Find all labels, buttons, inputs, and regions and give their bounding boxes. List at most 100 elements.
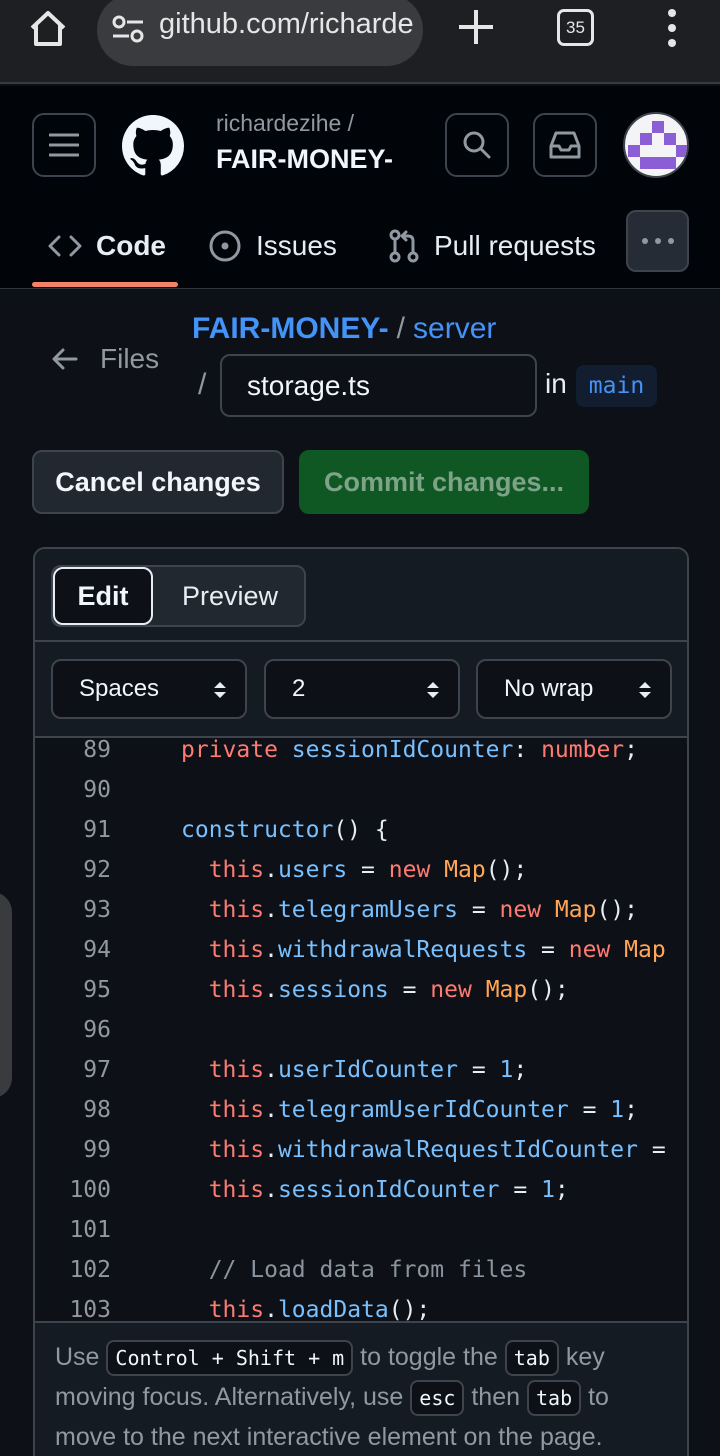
- code-token: =: [637, 1137, 666, 1163]
- code-line[interactable]: 103 this.loadData();: [35, 1290, 687, 1323]
- help-to-toggle: to toggle the: [360, 1343, 498, 1371]
- line-content[interactable]: this.sessions = new Map();: [181, 970, 569, 1010]
- tab-code[interactable]: Code: [48, 206, 166, 286]
- line-content[interactable]: this.withdrawalRequests = new Map: [181, 930, 666, 970]
- breadcrumb-dir-link[interactable]: server: [413, 312, 496, 345]
- line-number: 90: [83, 777, 111, 803]
- line-content[interactable]: this.userIdCounter = 1;: [181, 1050, 528, 1090]
- code-line[interactable]: 99 this.withdrawalRequestIdCounter =: [35, 1130, 687, 1170]
- code-line[interactable]: 98 this.telegramUserIdCounter = 1;: [35, 1090, 687, 1130]
- repo-name-link[interactable]: FAIR-MONEY-: [216, 144, 393, 175]
- code-line[interactable]: 101: [35, 1210, 687, 1250]
- code-line[interactable]: 91 constructor() {: [35, 810, 687, 850]
- menu-button[interactable]: [32, 113, 96, 177]
- address-bar[interactable]: github.com/richarde: [97, 0, 423, 66]
- edit-preview-toggle: Edit Preview: [51, 565, 306, 627]
- tab-issues[interactable]: Issues: [208, 206, 337, 286]
- code-token: .: [264, 1057, 278, 1083]
- code-token: this: [208, 1097, 265, 1123]
- more-vert-icon[interactable]: [660, 8, 684, 48]
- code-token: ;: [554, 1177, 569, 1203]
- cancel-changes-button[interactable]: Cancel changes: [32, 450, 284, 514]
- code-token: Map: [624, 937, 666, 963]
- code-token: users: [277, 857, 348, 883]
- breadcrumb-repo-link[interactable]: FAIR-MONEY-: [192, 312, 389, 345]
- line-number: 102: [69, 1257, 111, 1283]
- inbox-button[interactable]: [533, 113, 597, 177]
- commit-changes-button[interactable]: Commit changes...: [299, 450, 589, 514]
- code-editor[interactable]: 89 private sessionIdCounter: number; 90 91 c…: [35, 738, 687, 1323]
- code-token: Map: [444, 857, 486, 883]
- help-use: Use: [55, 1343, 100, 1371]
- code-token: .: [264, 1137, 278, 1163]
- tab-preview[interactable]: Preview: [155, 567, 305, 625]
- line-content[interactable]: // Load data from files: [181, 1250, 528, 1290]
- code-token: :: [513, 738, 542, 763]
- code-token: ();: [485, 857, 528, 883]
- code-line[interactable]: 100 this.sessionIdCounter = 1;: [35, 1170, 687, 1210]
- search-icon: [463, 131, 491, 159]
- git-pull-request-icon: [389, 229, 419, 263]
- tab-edit[interactable]: Edit: [53, 567, 153, 625]
- active-tab-indicator: [32, 282, 178, 287]
- tab-kbd: tab: [504, 1340, 559, 1376]
- line-content[interactable]: this.telegramUsers = new Map();: [181, 890, 638, 930]
- code-line[interactable]: 97 this.userIdCounter = 1;: [35, 1050, 687, 1090]
- code-token: new: [499, 897, 542, 923]
- code-line[interactable]: 89 private sessionIdCounter: number;: [35, 738, 687, 770]
- search-button[interactable]: [445, 113, 509, 177]
- github-logo-icon[interactable]: [122, 115, 184, 177]
- code-token: this: [208, 1137, 265, 1163]
- code-line[interactable]: 94 this.withdrawalRequests = new Map: [35, 930, 687, 970]
- tab-pull-requests[interactable]: Pull requests: [388, 206, 596, 286]
- edge-panel-handle[interactable]: [0, 892, 12, 1098]
- code-line[interactable]: 93 this.telegramUsers = new Map();: [35, 890, 687, 930]
- tab-count: 35: [566, 18, 585, 37]
- line-number: 94: [83, 937, 111, 963]
- editor-options: Spaces 2 No wrap: [35, 642, 687, 738]
- tab-switcher-icon[interactable]: 35: [557, 9, 594, 46]
- code-token: this: [208, 897, 265, 923]
- indent-size-select[interactable]: 2: [264, 659, 460, 719]
- avatar[interactable]: [623, 112, 689, 178]
- code-line[interactable]: 95 this.sessions = new Map();: [35, 970, 687, 1010]
- line-content[interactable]: constructor() {: [181, 810, 389, 850]
- code-line[interactable]: 96: [35, 1010, 687, 1050]
- code-token: number: [541, 738, 625, 763]
- site-settings-icon[interactable]: [111, 14, 145, 44]
- home-icon[interactable]: [26, 8, 70, 48]
- line-content[interactable]: this.loadData();: [181, 1290, 431, 1323]
- wrap-mode-select[interactable]: No wrap: [476, 659, 672, 719]
- new-tab-icon[interactable]: [455, 6, 497, 48]
- line-content[interactable]: this.sessionIdCounter = 1;: [181, 1170, 569, 1210]
- line-content[interactable]: private sessionIdCounter: number;: [181, 738, 638, 770]
- arrow-left-icon: [52, 348, 78, 370]
- code-line[interactable]: 90: [35, 770, 687, 810]
- line-number: 97: [83, 1057, 111, 1083]
- breadcrumb: FAIR-MONEY- / server: [192, 312, 496, 346]
- repo-header: richardezihe / FAIR-MONEY- Code Issues P…: [0, 86, 720, 289]
- code-line[interactable]: 92 this.users = new Map();: [35, 850, 687, 890]
- line-number: 93: [83, 897, 111, 923]
- more-tabs-button[interactable]: [626, 210, 689, 272]
- repo-owner-link[interactable]: richardezihe /: [216, 110, 354, 137]
- code-token: 1: [541, 1177, 555, 1203]
- line-content[interactable]: this.withdrawalRequestIdCounter =: [181, 1130, 666, 1170]
- indent-mode-select[interactable]: Spaces: [51, 659, 247, 719]
- line-number: 95: [83, 977, 111, 1003]
- line-content[interactable]: this.users = new Map();: [181, 850, 528, 890]
- code-token: telegramUsers: [277, 897, 458, 923]
- code-token: ;: [624, 738, 639, 763]
- code-line[interactable]: 102 // Load data from files: [35, 1250, 687, 1290]
- line-content[interactable]: this.telegramUserIdCounter = 1;: [181, 1090, 638, 1130]
- url-text[interactable]: github.com/richarde: [159, 8, 414, 41]
- filename-input[interactable]: [220, 354, 537, 417]
- code-token: this: [208, 977, 265, 1003]
- code-token: telegramUserIdCounter: [277, 1097, 569, 1123]
- files-back-button[interactable]: Files: [52, 343, 159, 375]
